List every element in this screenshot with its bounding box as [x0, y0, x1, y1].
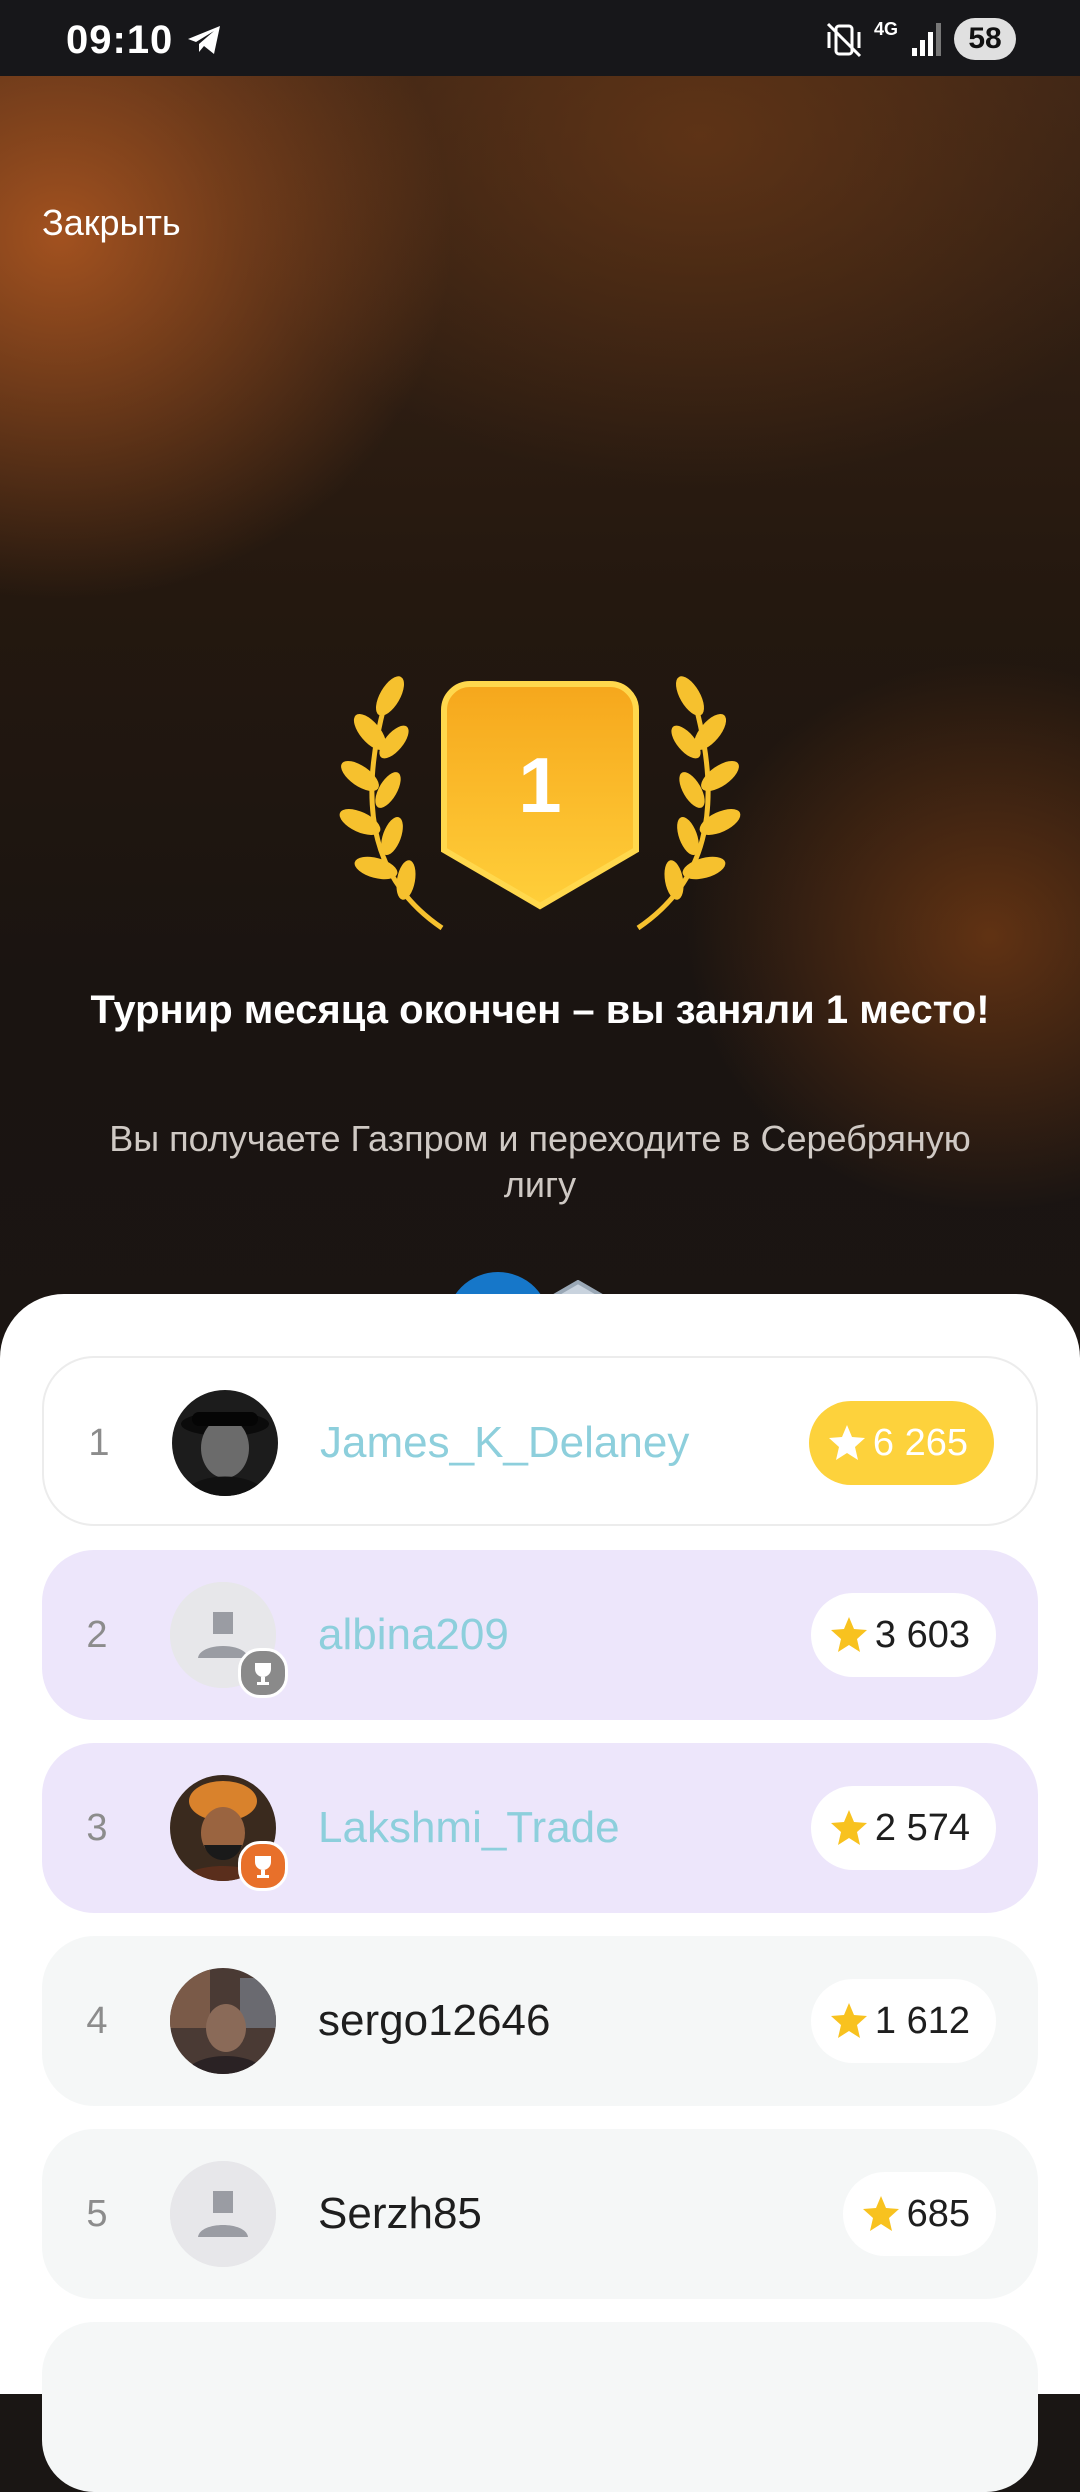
result-subtitle: Вы получаете Газпром и переходите в Сере…: [109, 1118, 971, 1205]
score-badge: 6 265: [808, 1401, 994, 1485]
rank-number: 2: [86, 1614, 108, 1656]
signal-icon: [912, 23, 941, 56]
silver-trophy-icon: [238, 1648, 288, 1698]
star-icon: [830, 1617, 867, 1652]
score-badge: 1 612: [810, 1979, 996, 2063]
battery-indicator: 58: [954, 18, 1016, 60]
score-value: 1 612: [874, 2000, 970, 2042]
result-title: Турнир месяца окончен – вы заняли 1 мест…: [90, 988, 990, 1032]
rank-number: 3: [86, 1807, 108, 1849]
avatar: [170, 1968, 276, 2074]
leaderboard-row[interactable]: 5 Serzh85 685: [42, 2129, 1038, 2299]
status-bar: 09:10 4G 58: [0, 0, 1080, 76]
star-icon: [830, 2003, 867, 2038]
score-value: 3 603: [874, 1614, 970, 1656]
leaderboard-row[interactable]: 1 James_K_Delaney 6 265: [42, 1356, 1038, 1526]
username: Lakshmi_Trade: [318, 1803, 620, 1852]
leaderboard-row-partial[interactable]: [42, 2322, 1038, 2492]
score-badge: 2 574: [810, 1786, 996, 1870]
score-value: 6 265: [872, 1422, 968, 1464]
username: Serzh85: [318, 2189, 482, 2238]
leaderboard-row[interactable]: 4 sergo12646 1 612: [42, 1936, 1038, 2106]
tournament-result-hero: Закрыть 1 Турнир месяца окончен – вы зан…: [0, 76, 1080, 1376]
star-icon: [862, 2196, 899, 2231]
close-button[interactable]: Закрыть: [42, 202, 181, 244]
rank-number: 4: [86, 2000, 108, 2042]
bronze-trophy-icon: [238, 1841, 288, 1891]
leaderboard-row[interactable]: 2 albina209 3 603: [42, 1550, 1038, 1720]
status-time: 09:10: [66, 18, 174, 62]
leaderboard-row[interactable]: 3 Lakshmi_Trade 2 574: [42, 1743, 1038, 1913]
username: James_K_Delaney: [320, 1418, 690, 1467]
username: sergo12646: [318, 1996, 551, 2045]
leaderboard-sheet: 1 James_K_Delaney 6 265 2 albina209 3 60…: [0, 1294, 1080, 2492]
network-type-label: 4G: [874, 19, 899, 39]
vibrate-mute-icon: [826, 22, 862, 58]
laurel-right-icon: [636, 676, 741, 931]
place-badge: 1: [330, 666, 750, 936]
laurel-left-icon: [339, 676, 444, 931]
score-value: 2 574: [874, 1807, 970, 1849]
rank-number: 1: [88, 1422, 110, 1464]
place-number: 1: [518, 741, 562, 829]
username: albina209: [318, 1610, 509, 1659]
star-icon: [828, 1425, 865, 1460]
score-value: 685: [906, 2193, 970, 2235]
avatar-placeholder-icon: [170, 2161, 276, 2267]
telegram-icon: [188, 26, 220, 54]
star-icon: [830, 1810, 867, 1845]
score-badge: 685: [842, 2172, 996, 2256]
rank-number: 5: [86, 2193, 108, 2235]
score-badge: 3 603: [810, 1593, 996, 1677]
avatar: [172, 1390, 278, 1496]
